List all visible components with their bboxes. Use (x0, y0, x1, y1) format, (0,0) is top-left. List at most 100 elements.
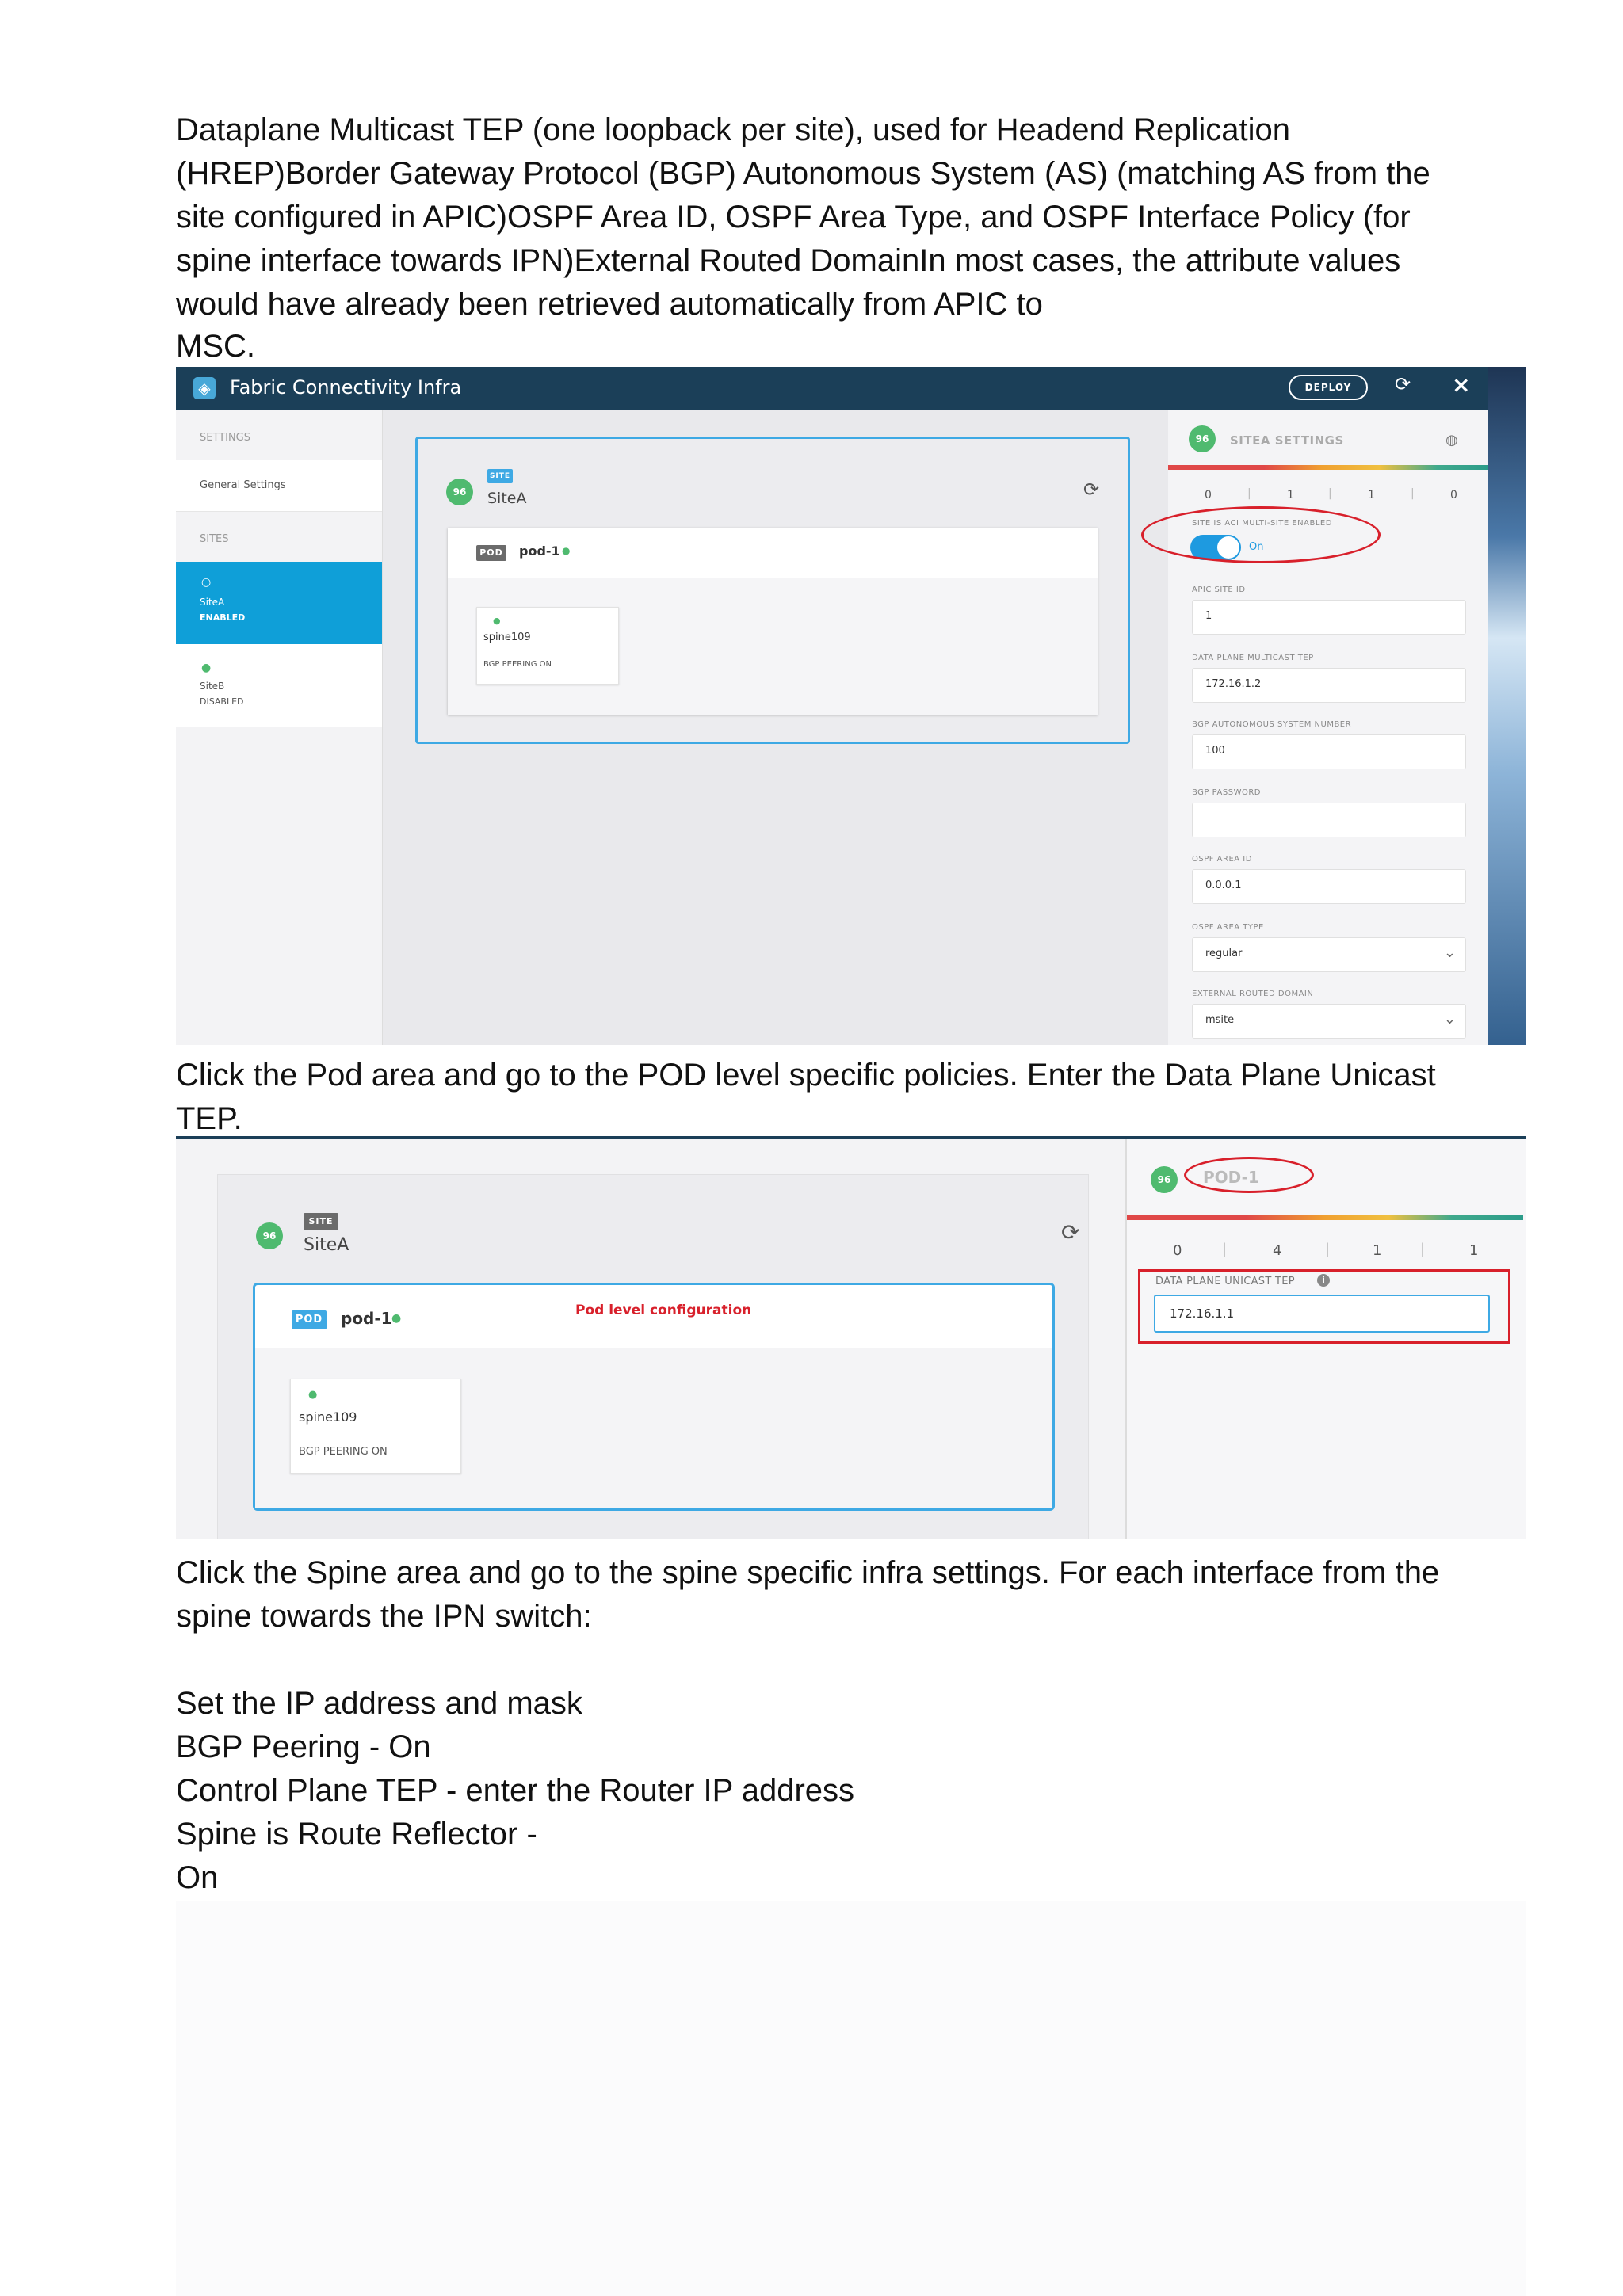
pod-instruction-line: Click the Pod area and go to the POD lev… (176, 1058, 1436, 1093)
count-value: 0 (1450, 489, 1457, 502)
field-label: BGP PASSWORD (1192, 788, 1261, 797)
pod-instructions: Click the Pod area and go to the POD lev… (176, 1054, 1507, 1141)
sidebar: SETTINGS General Settings SITES ○ SiteA … (176, 410, 383, 1045)
chevron-down-icon: ⌄ (1443, 1011, 1456, 1028)
sidebar-item-sitea[interactable]: ○ SiteA ENABLED (176, 562, 382, 644)
pod-name: pod-1 (519, 543, 560, 559)
pod-settings-panel: 96 POD-1 0 | 4 | 1 | 1 DATA PLANE UNICAS… (1125, 1139, 1526, 1539)
pod-name: pod-1 (341, 1309, 392, 1328)
settings-header: SETTINGS (200, 432, 251, 444)
spine-name: spine109 (483, 631, 531, 643)
intro-line: Dataplane Multicast TEP (one loopback pe… (176, 113, 1290, 147)
background-image (1488, 367, 1526, 1045)
count-value: 1 (1287, 489, 1294, 502)
pod-card[interactable]: POD pod-1 ● Pod level configuration ● sp… (253, 1283, 1055, 1511)
refresh-icon[interactable]: ⟳ (1061, 1219, 1079, 1245)
refresh-icon[interactable]: ◍ (1445, 432, 1458, 448)
count-value: 4 (1273, 1242, 1282, 1259)
field-label: BGP AUTONOMOUS SYSTEM NUMBER (1192, 720, 1352, 729)
count-separator: | (1328, 487, 1332, 500)
pod-header: POD pod-1 ● (448, 528, 1098, 578)
refresh-icon[interactable]: ⟳ (1083, 479, 1099, 501)
settings-badge: 96 (1189, 425, 1216, 452)
bgp-asn-field[interactable]: 100 (1192, 734, 1466, 769)
count-separator: | (1420, 1241, 1426, 1257)
site-badge: 96 (446, 479, 473, 505)
chevron-down-icon: ⌄ (1443, 944, 1456, 961)
site-card[interactable]: 96 SITE SiteA ⟳ POD pod-1 ● ● spine109 B… (415, 437, 1130, 744)
intro-line: site configured in APIC)OSPF Area ID, OS… (176, 200, 1411, 235)
close-icon[interactable]: × (1452, 372, 1470, 398)
site-card[interactable]: 96 SITE SiteA ⟳ POD pod-1 ● Pod level co… (217, 1174, 1089, 1539)
spine-card[interactable]: ● spine109 BGP PEERING ON (290, 1379, 461, 1474)
field-label: OSPF AREA TYPE (1192, 923, 1264, 932)
title-bar: ◈ Fabric Connectivity Infra DEPLOY ⟳ × (176, 367, 1488, 410)
site-status: DISABLED (200, 696, 244, 707)
count-value: 0 (1173, 1242, 1182, 1259)
status-dot-icon: ● (201, 662, 212, 674)
spine-instruction-line: Click the Spine area and go to the spine… (176, 1555, 1440, 1590)
list-item: Control Plane TEP - enter the Router IP … (176, 1773, 855, 1808)
field-label: EXTERNAL ROUTED DOMAIN (1192, 990, 1314, 998)
status-dot-icon: ● (562, 545, 571, 556)
bgp-password-field[interactable] (1192, 803, 1466, 837)
app-title: Fabric Connectivity Infra (230, 376, 462, 399)
multicast-tep-field[interactable]: 172.16.1.2 (1192, 668, 1466, 703)
spine-settings-list: Set the IP address and mask BGP Peering … (176, 1682, 1507, 1900)
site-name: SiteA (200, 597, 225, 608)
site-tag: SITE (304, 1213, 338, 1230)
site-settings-panel: 96 SITEA SETTINGS ◍ 0 | 1 | 1 | 0 SITE I… (1141, 410, 1488, 1045)
highlight-ellipse (1141, 506, 1381, 563)
pod-card[interactable]: POD pod-1 ● ● spine109 BGP PEERING ON (448, 528, 1098, 715)
status-dot-icon: ○ (201, 576, 212, 589)
fabric-infra-screenshot: ◈ Fabric Connectivity Infra DEPLOY ⟳ × S… (176, 367, 1526, 1045)
ospf-area-type-select[interactable]: regular ⌄ (1192, 937, 1466, 972)
list-item: On (176, 1860, 219, 1895)
sidebar-item-siteb[interactable]: ● SiteB DISABLED (176, 644, 382, 727)
field-label: OSPF AREA ID (1192, 855, 1252, 864)
site-name: SiteB (200, 681, 225, 692)
intro-line: would have already been retrieved automa… (176, 287, 1043, 322)
spine-instructions: Click the Spine area and go to the spine… (176, 1551, 1507, 1638)
page-background-panel (176, 1901, 1526, 2296)
count-separator: | (1325, 1241, 1331, 1257)
status-dot-icon: ● (308, 1389, 318, 1401)
spine-card[interactable]: ● spine109 BGP PEERING ON (476, 607, 619, 685)
spine-status: BGP PEERING ON (483, 660, 552, 669)
ospf-area-id-field[interactable]: 0.0.0.1 (1192, 869, 1466, 904)
deploy-button[interactable]: DEPLOY (1289, 375, 1368, 400)
external-routed-domain-select[interactable]: msite ⌄ (1192, 1004, 1466, 1039)
settings-title: SITEA SETTINGS (1230, 433, 1344, 448)
intro-line: (HREP)Border Gateway Protocol (BGP) Auto… (176, 156, 1430, 191)
list-item: BGP Peering - On (176, 1730, 431, 1764)
globe-icon: ◈ (193, 377, 216, 399)
unicast-tep-value: 172.16.1.1 (1170, 1306, 1235, 1321)
unicast-tep-input[interactable]: 172.16.1.1 (1154, 1295, 1490, 1333)
health-bar (1168, 465, 1488, 470)
sidebar-item-general-settings[interactable]: General Settings (176, 460, 382, 512)
health-bar (1127, 1215, 1523, 1220)
site-badge: 96 (256, 1222, 283, 1249)
pod-body: ● spine109 BGP PEERING ON (255, 1348, 1052, 1508)
refresh-icon[interactable]: ⟳ (1395, 373, 1411, 395)
highlight-ellipse (1184, 1157, 1314, 1193)
apic-site-id-field[interactable]: 1 (1192, 600, 1466, 635)
pod-tag: POD (292, 1310, 327, 1329)
pod-tag: POD (476, 545, 506, 561)
count-separator: | (1247, 487, 1251, 500)
status-dot-icon: ● (493, 616, 501, 626)
site-name: SiteA (304, 1235, 349, 1255)
count-value: 1 (1373, 1242, 1382, 1259)
field-label: DATA PLANE MULTICAST TEP (1192, 654, 1314, 662)
info-icon[interactable]: i (1317, 1274, 1330, 1287)
list-item: Set the IP address and mask (176, 1686, 582, 1721)
count-separator: | (1222, 1241, 1228, 1257)
field-label: APIC SITE ID (1192, 585, 1246, 594)
spine-name: spine109 (299, 1409, 357, 1425)
list-item: Spine is Route Reflector - (176, 1817, 537, 1852)
count-value: 1 (1469, 1242, 1479, 1259)
pod-badge: 96 (1151, 1166, 1178, 1193)
spine-status: BGP PEERING ON (299, 1446, 388, 1458)
sidebar-item-label: General Settings (200, 479, 286, 491)
site-name: SiteA (487, 490, 527, 507)
